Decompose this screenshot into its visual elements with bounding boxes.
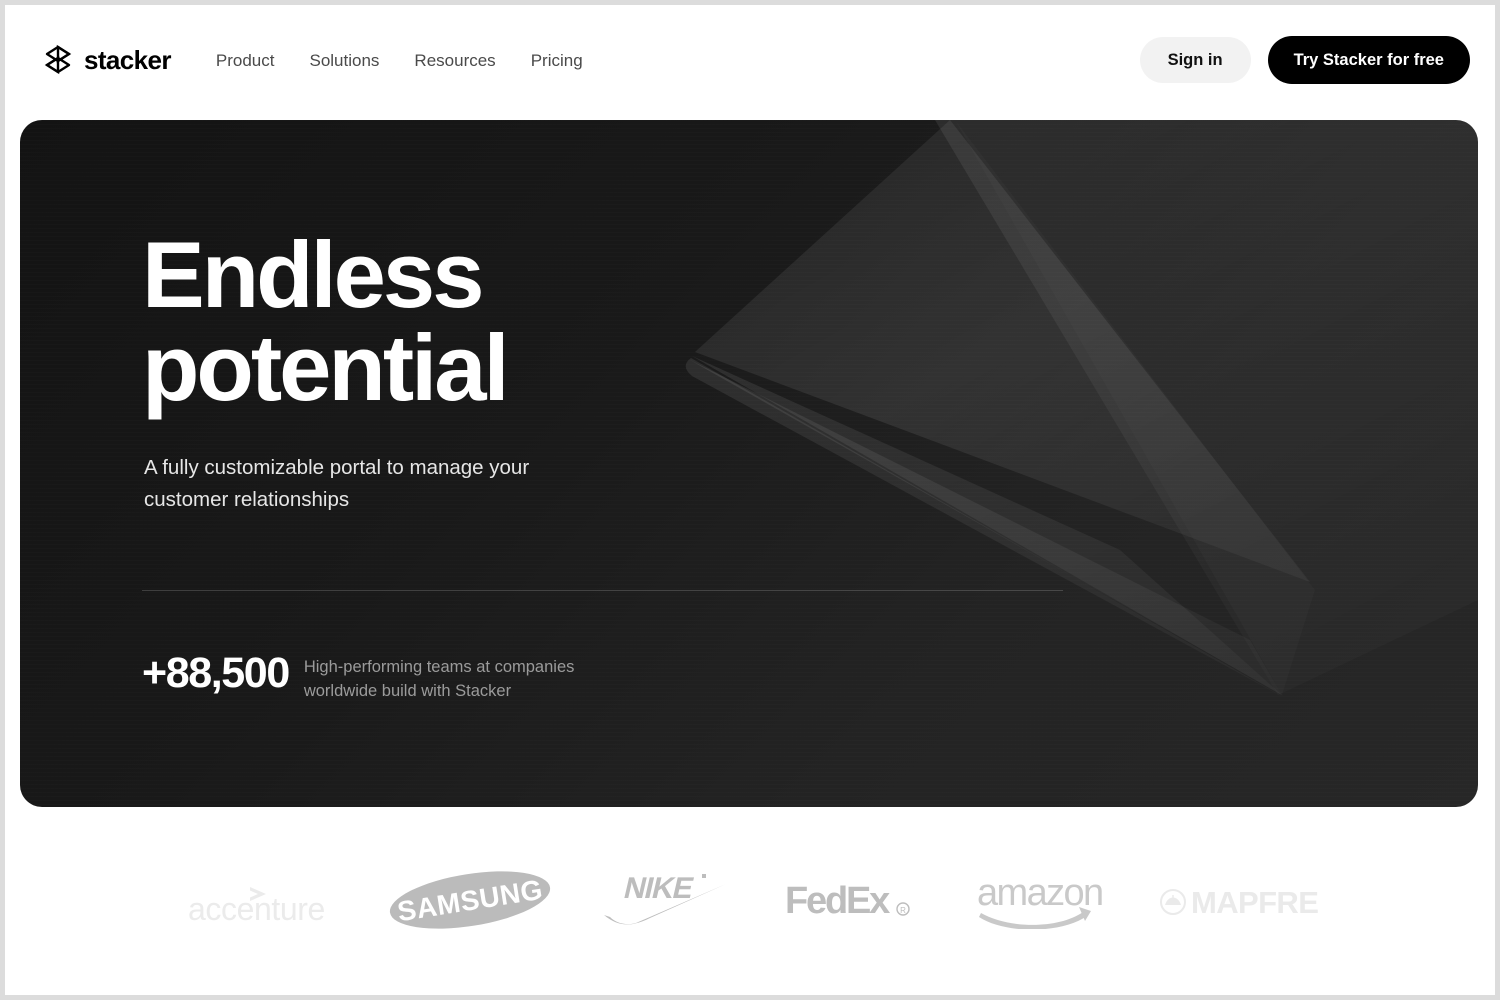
stat-value: +88,500 [142, 649, 290, 697]
hero-title: Endless potential [142, 222, 510, 421]
brand-logo[interactable]: stacker [43, 44, 171, 76]
hero-banner: Endless potential A fully customizable p… [20, 120, 1478, 807]
try-stacker-free-button[interactable]: Try Stacker for free [1267, 35, 1470, 85]
hero-stat-block: +88,500 High-performing teams at compani… [142, 649, 604, 704]
samsung-logo-icon: SAMSUNG [389, 871, 550, 929]
svg-text:MAPFRE: MAPFRE [1191, 885, 1318, 920]
landing-page: stacker Product Solutions Resources Pric… [0, 0, 1500, 1000]
accenture-logo-icon: accenture [188, 887, 325, 926]
hero-subtitle: A fully customizable portal to manage yo… [144, 456, 530, 511]
nav-item-pricing[interactable]: Pricing [531, 52, 583, 69]
logo-mapfre: MAPFRE [1138, 855, 1348, 945]
logo-amazon: amazon [943, 855, 1138, 945]
svg-text:accenture: accenture [188, 891, 325, 926]
hero-content: Endless potential A fully customizable p… [142, 120, 782, 807]
logo-samsung: SAMSUNG [368, 855, 573, 945]
nav-item-product[interactable]: Product [216, 52, 275, 69]
svg-text:NIKE: NIKE [620, 871, 696, 905]
header-actions: Sign in Try Stacker for free [1139, 35, 1470, 85]
customer-logo-strip: accenture SAMSUNG NIKE FedEx R amazon MA… [10, 825, 1490, 975]
logo-nike: NIKE [573, 855, 763, 945]
nav-item-resources[interactable]: Resources [414, 52, 495, 69]
brand-name: stacker [84, 45, 171, 75]
svg-text:FedEx: FedEx [785, 880, 890, 922]
fedex-logo-icon: FedEx R [785, 880, 910, 922]
logo-accenture: accenture [153, 855, 368, 945]
main-navigation: Product Solutions Resources Pricing [216, 52, 583, 69]
mapfre-logo-icon: MAPFRE [1159, 885, 1318, 920]
svg-text:amazon: amazon [977, 872, 1103, 914]
amazon-logo-icon: amazon [977, 872, 1104, 929]
logo-fedex: FedEx R [763, 855, 943, 945]
stat-caption: High-performing teams at companies world… [303, 658, 575, 700]
nav-item-solutions[interactable]: Solutions [309, 52, 379, 69]
nike-logo-icon: NIKE [603, 871, 726, 925]
sign-in-button[interactable]: Sign in [1139, 36, 1251, 84]
site-header: stacker Product Solutions Resources Pric… [5, 5, 1495, 115]
stacker-logo-icon [44, 44, 72, 75]
svg-text:R: R [900, 906, 906, 915]
hero-divider [142, 590, 1063, 591]
